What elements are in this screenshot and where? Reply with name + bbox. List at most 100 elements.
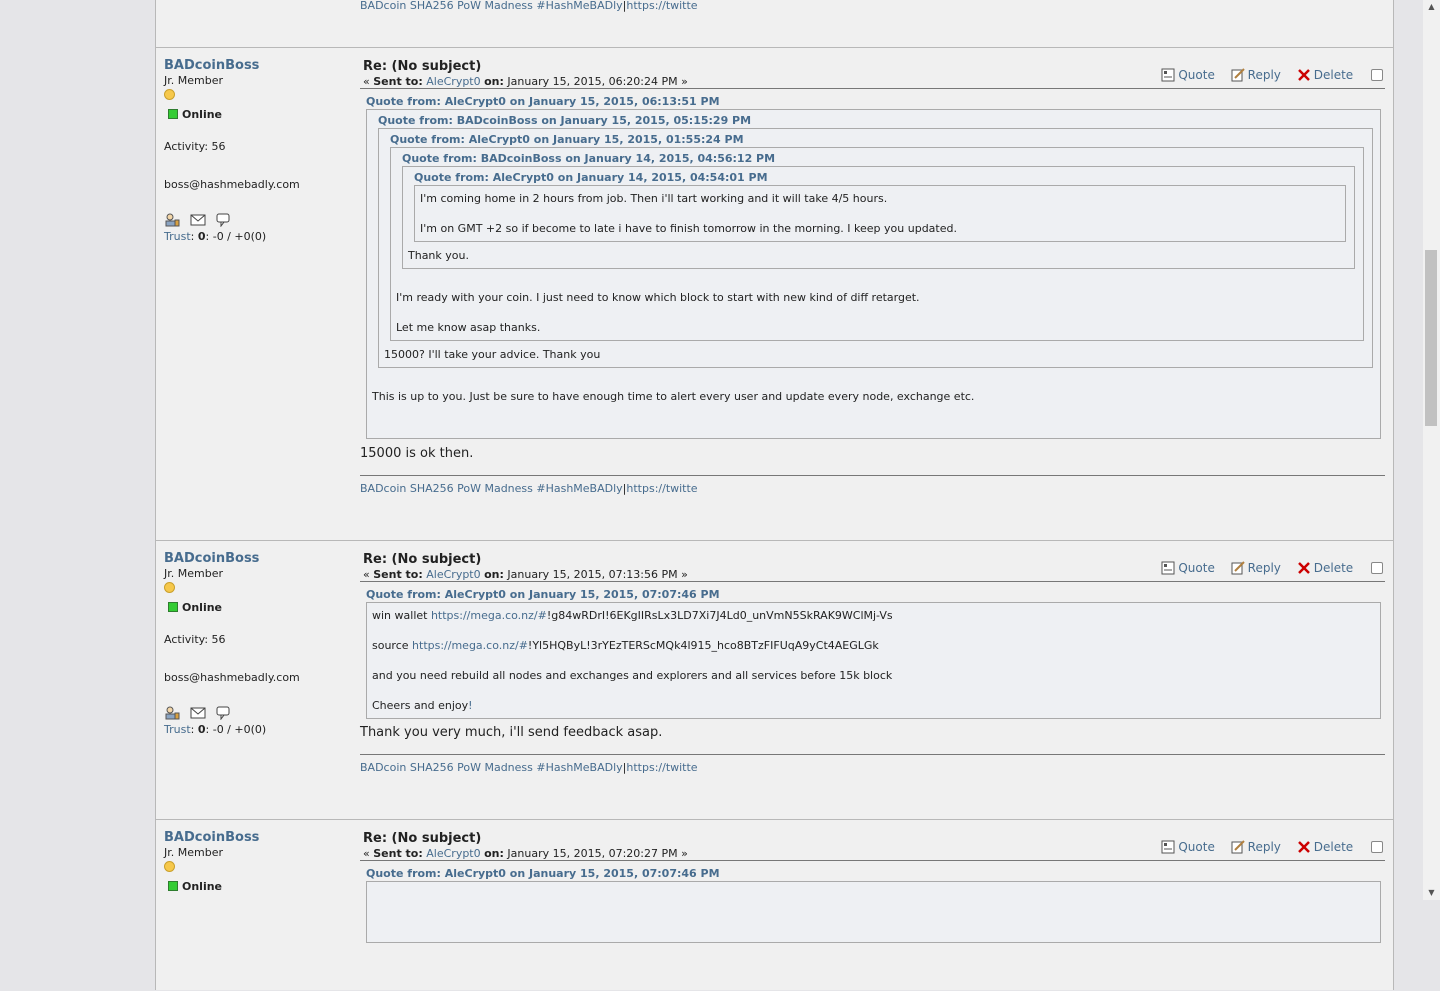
contact-icons [164,706,354,722]
vertical-scrollbar[interactable]: ▲ ▼ [1423,0,1440,900]
online-icon [168,881,178,891]
delete-button[interactable]: Delete [1297,68,1353,82]
profile-icon[interactable] [164,706,180,720]
signature: BADcoin SHA256 PoW Madness #HashMeBADly|… [360,761,698,774]
wallet-link[interactable]: https://mega.co.nz/# [431,609,547,622]
rank-star-icon [164,861,175,872]
scroll-up-arrow-icon[interactable]: ▲ [1423,0,1440,14]
delete-icon [1297,840,1311,854]
poster-info: BADcoinBoss Jr. Member Online Activity: … [164,58,354,243]
post-body: 15000 is ok then. [360,446,474,461]
reply-button[interactable]: Reply [1231,68,1281,82]
reply-icon [1231,561,1245,575]
quote-button[interactable]: Quote [1161,840,1215,854]
recipient-link[interactable]: AleCrypt0 [426,75,480,88]
trust-rating: Trust: 0: -0 / +0(0) [164,230,267,243]
poster-name[interactable]: BADcoinBoss [164,830,354,845]
delete-button[interactable]: Delete [1297,840,1353,854]
email-icon[interactable] [190,706,206,720]
quote-button[interactable]: Quote [1161,561,1215,575]
signature-twitter-link[interactable]: https://twitte [626,482,697,495]
quote-header[interactable]: Quote from: AleCrypt0 on January 15, 201… [366,867,720,880]
reply-button[interactable]: Reply [1231,840,1281,854]
signature-link[interactable]: BADcoin SHA256 PoW Madness #HashMeBADly [360,482,623,495]
post-meta: « Sent to: AleCrypt0 on: January 15, 201… [363,847,688,860]
post: BADcoinBoss Jr. Member Online Activity: … [156,47,1393,541]
quote-header[interactable]: Quote from: BADcoinBoss on January 14, 2… [402,152,775,165]
quote-header[interactable]: Quote from: AleCrypt0 on January 15, 201… [390,133,744,146]
signature-top: BADcoin SHA256 PoW Madness #HashMeBADly|… [360,0,698,12]
post-date: January 15, 2015, 07:20:27 PM [507,847,678,860]
post-body: Thank you very much, i'll send feedback … [360,725,663,740]
online-status: Online [164,880,354,893]
message-icon[interactable] [215,213,231,228]
post-actions: Quote Reply Delete [1149,840,1383,854]
quote-text: 15000? I'll take your advice. Thank you [384,348,601,361]
signature-link[interactable]: BADcoin SHA256 PoW Madness #HashMeBADly [360,0,623,12]
poster-email: boss@hashmebadly.com [164,671,300,684]
source-link[interactable]: https://mega.co.nz/# [412,639,528,652]
signature-twitter-link[interactable]: https://twitte [626,0,697,12]
message-icon[interactable] [215,706,231,721]
quote-header[interactable]: Quote from: BADcoinBoss on January 15, 2… [378,114,751,127]
online-status: Online [164,108,354,121]
quote-header[interactable]: Quote from: AleCrypt0 on January 15, 201… [366,95,720,108]
quote-text: win wallet https://mega.co.nz/#!g84wRDrI… [372,609,893,622]
quote-box [366,881,1381,943]
enjoy-link[interactable]: ! [468,699,472,712]
poster-name[interactable]: BADcoinBoss [164,551,354,566]
quote-text: source https://mega.co.nz/#!Yl5HQByL!3rY… [372,639,879,652]
poster-info: BADcoinBoss Jr. Member Online Activity: … [164,551,354,736]
quote-text: and you need rebuild all nodes and excha… [372,669,893,682]
profile-icon[interactable] [164,213,180,227]
quote-text: Cheers and enjoy! [372,699,473,712]
select-checkbox[interactable] [1371,841,1383,853]
signature-twitter-link[interactable]: https://twitte [626,761,697,774]
reply-icon [1231,840,1245,854]
poster-rank: Jr. Member [164,567,223,580]
recipient-link[interactable]: AleCrypt0 [426,847,480,860]
post-title[interactable]: Re: (No subject) [363,552,481,567]
post-title[interactable]: Re: (No subject) [363,59,481,74]
post-divider [360,88,1385,89]
trust-link[interactable]: Trust [164,230,191,243]
poster-email: boss@hashmebadly.com [164,178,300,191]
signature-divider [360,754,1385,755]
post: BADcoinBoss Jr. Member Online Activity: … [156,540,1393,820]
recipient-link[interactable]: AleCrypt0 [426,568,480,581]
email-icon[interactable] [190,213,206,227]
poster-rank: Jr. Member [164,74,223,87]
quote-text: I'm on GMT +2 so if become to late i hav… [420,222,957,235]
delete-button[interactable]: Delete [1297,561,1353,575]
quote-text: Thank you. [408,249,469,262]
post-actions: Quote Reply Delete [1149,561,1383,575]
quote-icon [1161,68,1175,82]
rank-star-icon [164,582,175,593]
online-icon [168,602,178,612]
post-divider [360,581,1385,582]
select-checkbox[interactable] [1371,562,1383,574]
poster-name[interactable]: BADcoinBoss [164,58,354,73]
signature: BADcoin SHA256 PoW Madness #HashMeBADly|… [360,482,698,495]
quote-text: I'm ready with your coin. I just need to… [396,291,920,304]
contact-icons [164,213,354,229]
post-divider [360,860,1385,861]
quote-button[interactable]: Quote [1161,68,1215,82]
poster-rank: Jr. Member [164,846,223,859]
delete-icon [1297,68,1311,82]
quote-header[interactable]: Quote from: AleCrypt0 on January 14, 201… [414,171,768,184]
trust-link[interactable]: Trust [164,723,191,736]
scroll-down-arrow-icon[interactable]: ▼ [1423,886,1440,900]
post-date: January 15, 2015, 06:20:24 PM [507,75,678,88]
post-title[interactable]: Re: (No subject) [363,831,481,846]
quote-header[interactable]: Quote from: AleCrypt0 on January 15, 201… [366,588,720,601]
quote-text: Let me know asap thanks. [396,321,541,334]
poster-info: BADcoinBoss Jr. Member Online [164,830,354,893]
reply-button[interactable]: Reply [1231,561,1281,575]
signature-link[interactable]: BADcoin SHA256 PoW Madness #HashMeBADly [360,761,623,774]
scrollbar-thumb[interactable] [1425,250,1437,426]
forum-page: BADcoin SHA256 PoW Madness #HashMeBADly|… [155,0,1394,990]
select-checkbox[interactable] [1371,69,1383,81]
rank-star-icon [164,89,175,100]
quote-text: I'm coming home in 2 hours from job. The… [420,192,888,205]
